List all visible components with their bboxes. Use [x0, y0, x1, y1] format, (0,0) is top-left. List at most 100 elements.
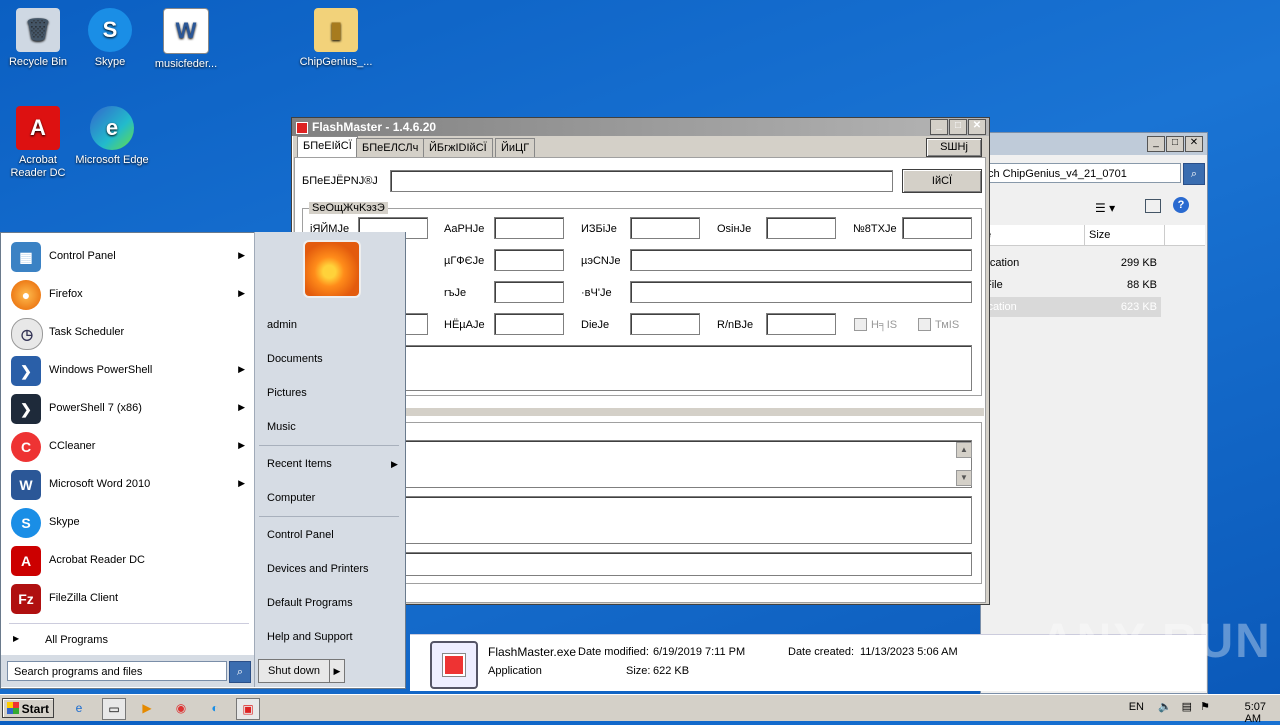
program-powershell7[interactable]: ❯ PowerShell 7 (x86) ▶: [9, 391, 249, 427]
column-size[interactable]: Size: [1085, 225, 1165, 245]
file-row[interactable]: lication 299 KB: [981, 253, 1161, 273]
volume-icon[interactable]: 🔈: [1158, 700, 1172, 713]
desktop-icon-skype[interactable]: S Skype: [72, 8, 148, 69]
log-textarea[interactable]: [310, 440, 972, 488]
shutdown-options-icon[interactable]: ▶: [329, 659, 345, 683]
field-input[interactable]: [766, 313, 836, 335]
column-type[interactable]: e: [981, 225, 1085, 245]
field-input[interactable]: [766, 217, 836, 239]
top-button[interactable]: SШНј: [926, 138, 982, 157]
field-input[interactable]: [630, 281, 972, 303]
all-programs[interactable]: ▶ All Programs: [9, 631, 249, 651]
scroll-down-icon[interactable]: ▼: [956, 470, 972, 486]
ie-icon[interactable]: e: [68, 698, 90, 718]
start-item-recent-items[interactable]: Recent Items: [267, 458, 332, 470]
file-size: 299 KB: [1120, 257, 1157, 269]
close-icon[interactable]: ✕: [968, 119, 986, 135]
start-item-documents[interactable]: Documents: [267, 353, 323, 365]
details-created-label: Date created:: [788, 646, 855, 658]
explorer-icon[interactable]: ▭: [102, 698, 126, 720]
search-icon[interactable]: ⌕: [229, 661, 251, 683]
program-label: Firefox: [49, 288, 83, 300]
status-field[interactable]: [310, 552, 972, 576]
avatar[interactable]: [303, 240, 361, 298]
program-firefox[interactable]: ● Firefox ▶: [9, 277, 249, 313]
field-input[interactable]: [630, 313, 700, 335]
minimize-icon[interactable]: _: [1147, 136, 1165, 152]
drive-button[interactable]: ІйСЇ: [902, 169, 982, 193]
scroll-up-icon[interactable]: ▲: [956, 442, 972, 458]
maximize-icon[interactable]: □: [949, 119, 967, 135]
field-label: ·вЧ'Je: [581, 287, 612, 299]
flag-icon[interactable]: ⚑: [1200, 700, 1210, 713]
start-item-pictures[interactable]: Pictures: [267, 387, 307, 399]
start-item-devices-printers[interactable]: Devices and Printers: [267, 563, 369, 575]
file-size: 623 KB: [1120, 301, 1157, 313]
flashmaster-taskbar-icon[interactable]: ▣: [236, 698, 260, 720]
start-item-default-programs[interactable]: Default Programs: [267, 597, 353, 609]
powershell7-icon: ❯: [11, 394, 41, 424]
program-task-scheduler[interactable]: ◷ Task Scheduler: [9, 315, 249, 351]
edge-icon[interactable]: ◐: [204, 698, 226, 718]
field-input[interactable]: [630, 249, 972, 271]
close-icon[interactable]: ✕: [1185, 136, 1203, 152]
field-input[interactable]: [494, 313, 564, 335]
search-input[interactable]: ch ChipGenius_v4_21_0701: [983, 163, 1181, 183]
tab-1[interactable]: БПеЕІйСЇ: [297, 136, 358, 157]
file-row-selected[interactable]: ication 623 KB: [981, 297, 1161, 317]
tab-3[interactable]: ЙБгжІDІйСЇ: [423, 138, 493, 157]
firefox-icon: ●: [11, 280, 41, 310]
preview-pane-icon[interactable]: [1145, 199, 1161, 213]
shutdown-button[interactable]: Shut down: [258, 659, 330, 683]
field-input[interactable]: [494, 217, 564, 239]
program-ccleaner[interactable]: C CCleaner ▶: [9, 429, 249, 465]
taskbar: Start e ▭ ▶ ◉ ◐ ▣ EN 🔈 ▤ ⚑ 5:07 AM: [0, 694, 1280, 725]
drive-field[interactable]: [390, 170, 893, 192]
desktop-icon-acrobat[interactable]: A Acrobat Reader DC: [0, 106, 76, 180]
media-player-icon[interactable]: ▶: [136, 698, 158, 718]
field-input[interactable]: [902, 217, 972, 239]
language-indicator[interactable]: EN: [1129, 701, 1144, 713]
watermark: ANY RUN: [1040, 615, 1272, 668]
chrome-icon[interactable]: ◉: [170, 698, 192, 718]
start-button[interactable]: Start: [2, 698, 54, 718]
desktop-icon-label: Microsoft Edge: [75, 154, 149, 166]
start-item-admin[interactable]: admin: [267, 319, 297, 331]
field-input[interactable]: [494, 249, 564, 271]
minimize-icon[interactable]: _: [930, 119, 948, 135]
program-control-panel[interactable]: ▦ Control Panel ▶: [9, 239, 249, 275]
checkbox[interactable]: [918, 318, 931, 331]
program-acrobat[interactable]: A Acrobat Reader DC: [9, 543, 249, 579]
view-options-icon[interactable]: ☰ ▾: [1095, 201, 1115, 215]
start-item-computer[interactable]: Computer: [267, 492, 315, 504]
program-skype[interactable]: S Skype: [9, 505, 249, 541]
network-icon[interactable]: ▤: [1182, 700, 1192, 713]
desktop-icon-recycle-bin[interactable]: 🗑 Recycle Bin: [0, 8, 76, 69]
search-icon[interactable]: ⌕: [1183, 163, 1205, 185]
maximize-icon[interactable]: □: [1166, 136, 1184, 152]
start-item-music[interactable]: Music: [267, 421, 296, 433]
field-input[interactable]: [630, 217, 700, 239]
program-word[interactable]: W Microsoft Word 2010 ▶: [9, 467, 249, 503]
field-input[interactable]: [494, 281, 564, 303]
start-search-input[interactable]: Search programs and files: [7, 661, 227, 681]
help-icon[interactable]: ?: [1173, 197, 1189, 213]
desktop-icon-edge[interactable]: e Microsoft Edge: [74, 106, 150, 167]
details-size-label: Size:: [626, 665, 651, 677]
program-windows-powershell[interactable]: ❯ Windows PowerShell ▶: [9, 353, 249, 389]
program-label: Acrobat Reader DC: [49, 554, 145, 566]
start-item-help-support[interactable]: Help and Support: [267, 631, 353, 643]
info-textarea[interactable]: [310, 345, 972, 391]
tab-4[interactable]: ЙиЦГ: [495, 138, 536, 157]
checkbox[interactable]: [854, 318, 867, 331]
tab-2[interactable]: БПеЕЛСЛч: [356, 138, 425, 157]
start-item-control-panel[interactable]: Control Panel: [267, 529, 334, 541]
desktop-icon-chipgenius[interactable]: ▮ ChipGenius_...: [298, 8, 374, 69]
program-filezilla[interactable]: Fz FileZilla Client: [9, 581, 249, 617]
start-label: Start: [21, 702, 49, 716]
output-textarea[interactable]: [310, 496, 972, 544]
submenu-arrow-icon: ▶: [238, 440, 245, 450]
clock[interactable]: 5:07 AM: [1245, 701, 1266, 725]
desktop-icon-musicfeder[interactable]: W musicfeder...: [148, 8, 224, 71]
file-row[interactable]: File 88 KB: [981, 275, 1161, 295]
